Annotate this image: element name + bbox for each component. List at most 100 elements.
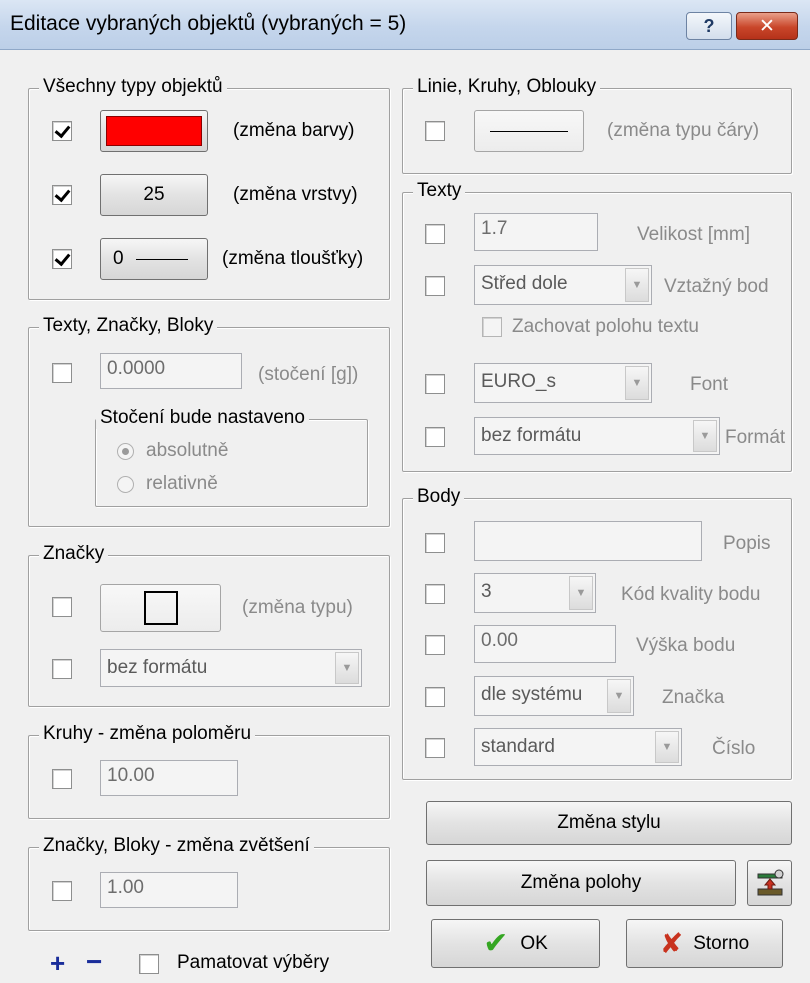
checkmark-icon: ✔ (483, 926, 509, 960)
rotation-input[interactable]: 0.0000 (100, 353, 242, 389)
point-height-label: Výška bodu (636, 635, 736, 656)
point-mark-label: Značka (662, 687, 725, 708)
point-number-value: standard (481, 736, 555, 757)
point-mark-checkbox[interactable] (425, 687, 445, 707)
remove-selection-icon[interactable]: − (86, 948, 102, 976)
ok-button[interactable]: ✔ OK (431, 919, 600, 968)
square-mark-icon (143, 591, 178, 625)
chevron-down-icon: ▼ (625, 366, 649, 400)
thickness-change-checkbox[interactable] (52, 249, 72, 269)
point-number-checkbox[interactable] (425, 738, 445, 758)
keep-text-position-checkbox[interactable] (482, 317, 502, 337)
group-legend: Linie, Kruhy, Oblouky (413, 76, 601, 98)
group-legend: Všechny typy objektů (39, 76, 227, 98)
ok-label: OK (520, 932, 548, 954)
cancel-button[interactable]: ✘ Storno (626, 919, 783, 968)
point-mark-select[interactable]: dle systému ▼ (474, 676, 634, 716)
add-selection-icon[interactable]: + (50, 950, 65, 976)
text-size-label: Velikost [mm] (637, 224, 750, 245)
line-type-button[interactable] (474, 110, 584, 152)
line-type-label: (změna typu čáry) (607, 120, 760, 141)
position-change-button[interactable]: Změna polohy (426, 860, 736, 906)
absolute-radio[interactable] (117, 443, 134, 460)
color-change-checkbox[interactable] (52, 121, 72, 141)
point-description-input[interactable] (474, 521, 702, 561)
mark-type-button[interactable] (100, 584, 221, 632)
quality-code-checkbox[interactable] (425, 584, 445, 604)
relative-radio[interactable] (117, 476, 134, 493)
color-change-label: (změna barvy) (233, 120, 355, 141)
thickness-value: 0 (113, 248, 124, 269)
quality-code-label: Kód kvality bodu (621, 584, 761, 605)
radius-checkbox[interactable] (52, 769, 72, 789)
point-number-select[interactable]: standard ▼ (474, 728, 682, 766)
line-sample-icon (135, 258, 188, 260)
line-sample-icon (490, 130, 568, 132)
anchor-point-checkbox[interactable] (425, 276, 445, 296)
mark-format-checkbox[interactable] (52, 659, 72, 679)
chevron-down-icon: ▼ (569, 576, 593, 610)
point-height-input[interactable]: 0.00 (474, 625, 616, 663)
help-icon: ? (703, 15, 715, 36)
group-legend: Značky, Bloky - změna zvětšení (39, 835, 314, 857)
quality-code-value: 3 (481, 581, 492, 602)
point-description-label: Popis (723, 533, 771, 554)
line-type-checkbox[interactable] (425, 121, 445, 141)
chevron-down-icon: ▼ (625, 268, 649, 302)
layer-change-checkbox[interactable] (52, 185, 72, 205)
mark-format-value: bez formátu (107, 657, 208, 678)
font-value: EURO_s (481, 371, 556, 392)
text-size-input[interactable]: 1.7 (474, 213, 598, 251)
cancel-label: Storno (693, 932, 750, 954)
group-legend: Texty (413, 180, 466, 202)
anchor-point-label: Vztažný bod (664, 276, 769, 297)
font-label: Font (690, 374, 729, 395)
anchor-point-select[interactable]: Střed dole ▼ (474, 265, 652, 305)
rotation-label: (stočení [g]) (258, 364, 359, 385)
mark-format-select[interactable]: bez formátu ▼ (100, 649, 362, 687)
quality-code-select[interactable]: 3 ▼ (474, 573, 596, 613)
text-size-checkbox[interactable] (425, 224, 445, 244)
text-format-checkbox[interactable] (425, 427, 445, 447)
group-legend: Texty, Značky, Bloky (39, 315, 218, 337)
style-change-button[interactable]: Změna stylu (426, 801, 792, 845)
font-checkbox[interactable] (425, 374, 445, 394)
font-select[interactable]: EURO_s ▼ (474, 363, 652, 403)
text-format-value: bez formátu (481, 425, 582, 446)
help-button[interactable]: ? (686, 12, 732, 40)
thickness-button[interactable]: 0 (100, 238, 208, 280)
color-button[interactable] (100, 110, 208, 152)
close-button[interactable]: ✕ (736, 12, 798, 40)
anchor-point-value: Střed dole (481, 273, 568, 294)
rotation-checkbox[interactable] (52, 363, 72, 383)
cross-icon: ✘ (659, 927, 684, 959)
point-number-label: Číslo (712, 738, 756, 759)
point-height-checkbox[interactable] (425, 635, 445, 655)
position-settings-button[interactable] (747, 860, 792, 906)
scale-input[interactable]: 1.00 (100, 872, 238, 908)
thickness-change-label: (změna tloušťky) (222, 248, 364, 269)
point-description-checkbox[interactable] (425, 533, 445, 553)
layer-change-label: (změna vrstvy) (233, 184, 358, 205)
point-mark-value: dle systému (481, 684, 583, 705)
absolute-label: absolutně (146, 440, 229, 461)
group-rotation-mode: Stočení bude nastaveno (95, 407, 368, 507)
remember-selections-checkbox[interactable] (139, 954, 159, 974)
text-format-label: Formát (725, 427, 786, 448)
group-legend: Body (413, 486, 465, 508)
chevron-down-icon: ▼ (607, 679, 631, 713)
relative-label: relativně (146, 473, 218, 494)
mark-type-label: (změna typu) (242, 597, 353, 618)
mark-type-checkbox[interactable] (52, 597, 72, 617)
layer-button[interactable]: 25 (100, 174, 208, 216)
group-legend: Stočení bude nastaveno (96, 407, 309, 429)
text-format-select[interactable]: bez formátu ▼ (474, 417, 720, 455)
radius-input[interactable]: 10.00 (100, 760, 238, 796)
scale-checkbox[interactable] (52, 881, 72, 901)
color-swatch (106, 116, 202, 146)
title-bar: Editace vybraných objektů (vybraných = 5… (0, 0, 810, 50)
group-legend: Značky (39, 543, 109, 565)
chevron-down-icon: ▼ (335, 652, 359, 684)
chevron-down-icon: ▼ (693, 420, 717, 452)
group-legend: Kruhy - změna poloměru (39, 723, 256, 745)
